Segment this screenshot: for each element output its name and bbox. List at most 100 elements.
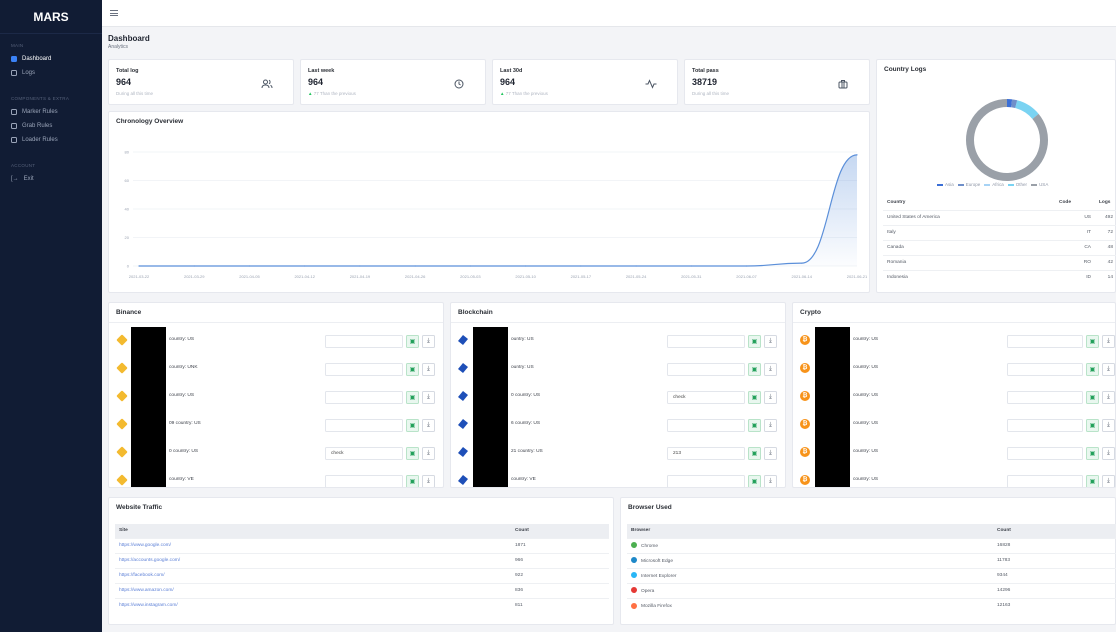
save-button[interactable]: ▣ xyxy=(748,447,761,460)
site-link[interactable]: https://www.google.com/ xyxy=(115,537,511,553)
legend-swatch xyxy=(1007,183,1014,186)
note-input[interactable] xyxy=(667,363,745,376)
redacted-block xyxy=(473,327,508,355)
download-button[interactable]: ⤓ xyxy=(1102,475,1115,487)
crypto-list[interactable]: ₿ country: US ▣ ⤓ ₿ country: US ▣ ⤓ ₿ country: US… xyxy=(793,325,1115,487)
sidebar-item-loader-rules[interactable]: Loader Rules xyxy=(0,133,102,147)
note-input[interactable]: 213 xyxy=(667,447,745,460)
site-link[interactable]: https://www.amazon.com/ xyxy=(115,582,511,598)
note-input[interactable] xyxy=(1007,391,1083,404)
x-tick-label: 2021-06-21 xyxy=(847,274,868,279)
save-button[interactable]: ▣ xyxy=(748,335,761,348)
download-button[interactable]: ⤓ xyxy=(764,447,777,460)
download-button[interactable]: ⤓ xyxy=(1102,335,1115,348)
note-input[interactable] xyxy=(325,475,403,487)
save-button[interactable]: ▣ xyxy=(406,363,419,376)
note-input[interactable] xyxy=(1007,447,1083,460)
download-button[interactable]: ⤓ xyxy=(1102,363,1115,376)
save-icon: ▣ xyxy=(751,367,758,373)
note-input[interactable] xyxy=(325,391,403,404)
download-button[interactable]: ⤓ xyxy=(422,363,435,376)
note-input[interactable] xyxy=(1007,419,1083,432)
legend-swatch xyxy=(1031,183,1038,186)
save-button[interactable]: ▣ xyxy=(1086,475,1099,487)
save-button[interactable]: ▣ xyxy=(406,335,419,348)
download-button[interactable]: ⤓ xyxy=(422,475,435,487)
save-button[interactable]: ▣ xyxy=(1086,391,1099,404)
save-button[interactable]: ▣ xyxy=(406,391,419,404)
note-input[interactable] xyxy=(1007,475,1083,487)
save-button[interactable]: ▣ xyxy=(406,475,419,487)
save-button[interactable]: ▣ xyxy=(748,363,761,376)
site-link[interactable]: https://accounts.google.com/ xyxy=(115,552,511,568)
note-input[interactable] xyxy=(667,335,745,348)
save-icon: ▣ xyxy=(409,479,416,485)
download-button[interactable]: ⤓ xyxy=(764,419,777,432)
note-input[interactable]: check xyxy=(325,447,403,460)
save-button[interactable]: ▣ xyxy=(406,447,419,460)
site-link[interactable]: https://www.instagram.com/ xyxy=(115,597,511,613)
legend-item[interactable]: Africa xyxy=(984,182,1004,187)
country-table: Country Code Logs United States of Ameri… xyxy=(883,196,1116,285)
redacted-block xyxy=(815,411,850,439)
download-button[interactable]: ⤓ xyxy=(764,335,777,348)
save-button[interactable]: ▣ xyxy=(1086,335,1099,348)
save-button[interactable]: ▣ xyxy=(1086,419,1099,432)
note-input[interactable] xyxy=(667,419,745,432)
browser-cell: Microsoft Edge xyxy=(627,552,993,568)
data-point xyxy=(359,265,361,267)
note-input[interactable] xyxy=(325,363,403,376)
table-cell: 72 xyxy=(1095,224,1116,240)
note-input[interactable] xyxy=(1007,335,1083,348)
loader-icon xyxy=(11,137,17,143)
download-button[interactable]: ⤓ xyxy=(422,419,435,432)
log-row: ₿ country: US ▣ ⤓ xyxy=(793,355,1115,383)
note-input[interactable] xyxy=(1007,363,1083,376)
binance-list[interactable]: country: US ▣ ⤓ country: UNK ▣ ⤓ country: US ▣ ⤓… xyxy=(109,325,443,487)
table-row: Mozilla Firefox 12163 xyxy=(627,597,1116,613)
note-input[interactable] xyxy=(325,335,403,348)
x-tick-label: 2021-03-29 xyxy=(184,274,205,279)
y-tick-label: 0 xyxy=(127,264,130,269)
download-button[interactable]: ⤓ xyxy=(1102,447,1115,460)
sidebar-item-dashboard[interactable]: Dashboard xyxy=(0,52,102,66)
note-input[interactable]: check xyxy=(667,391,745,404)
legend-item[interactable]: USA xyxy=(1031,182,1048,187)
save-button[interactable]: ▣ xyxy=(748,419,761,432)
menu-toggle-icon[interactable] xyxy=(110,10,118,16)
download-button[interactable]: ⤓ xyxy=(764,391,777,404)
sidebar-item-logs[interactable]: Logs xyxy=(0,66,102,80)
save-icon: ▣ xyxy=(1089,339,1096,345)
note-input[interactable] xyxy=(667,475,745,487)
save-button[interactable]: ▣ xyxy=(406,419,419,432)
blockchain-list[interactable]: ountry: US ▣ ⤓ ountry: US ▣ ⤓ 0 country: US che… xyxy=(451,325,785,487)
download-button[interactable]: ⤓ xyxy=(1102,419,1115,432)
legend-item[interactable]: Europe xyxy=(957,182,980,187)
site-link[interactable]: https://facebook.com/ xyxy=(115,567,511,583)
save-button[interactable]: ▣ xyxy=(1086,447,1099,460)
note-input[interactable] xyxy=(325,419,403,432)
save-button[interactable]: ▣ xyxy=(748,391,761,404)
data-point xyxy=(690,265,692,267)
legend-item[interactable]: Asia xyxy=(937,182,954,187)
sidebar-item-grab-rules[interactable]: Grab Rules xyxy=(0,119,102,133)
save-button[interactable]: ▣ xyxy=(1086,363,1099,376)
download-button[interactable]: ⤓ xyxy=(1102,391,1115,404)
sidebar-item-marker-rules[interactable]: Marker Rules xyxy=(0,105,102,119)
sidebar-item-exit[interactable]: [→ Exit xyxy=(0,172,102,186)
save-button[interactable]: ▣ xyxy=(748,475,761,487)
briefcase-icon xyxy=(836,77,850,91)
browser-name: Internet Explorer xyxy=(641,573,677,579)
table-cell: 48 xyxy=(1095,239,1116,255)
download-button[interactable]: ⤓ xyxy=(764,475,777,487)
sidebar-item-label: Logs xyxy=(22,70,36,76)
brand-logo[interactable]: MARS xyxy=(0,0,102,34)
log-row: country: US ▣ ⤓ xyxy=(109,383,443,411)
x-tick-label: 2021-05-17 xyxy=(571,274,592,279)
legend-item[interactable]: Other xyxy=(1007,182,1027,187)
download-button[interactable]: ⤓ xyxy=(764,363,777,376)
download-button[interactable]: ⤓ xyxy=(422,391,435,404)
download-button[interactable]: ⤓ xyxy=(422,447,435,460)
sidebar-section-account: ACCOUNT xyxy=(11,163,36,168)
download-button[interactable]: ⤓ xyxy=(422,335,435,348)
